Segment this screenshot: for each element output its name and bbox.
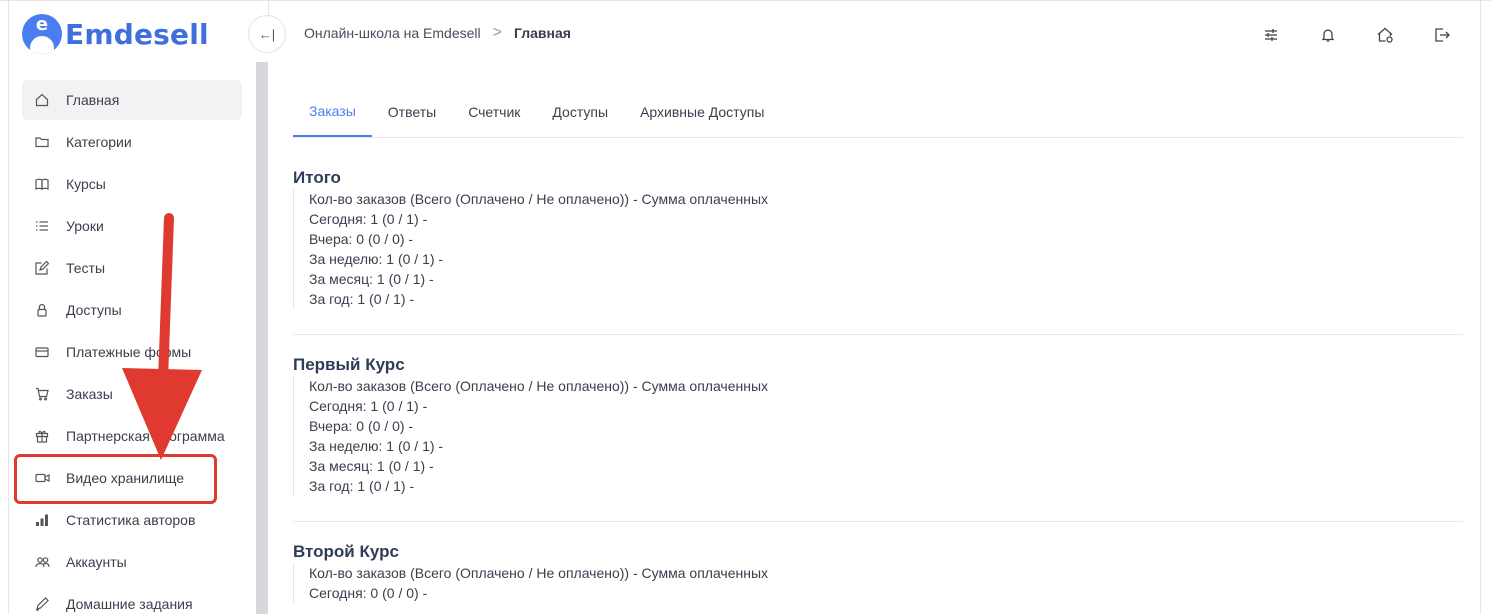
stats-list: Кол-во заказов (Всего (Оплачено / Не опл…: [293, 563, 1463, 603]
annotation-arrow-icon: [122, 213, 202, 460]
bell-icon[interactable]: [1317, 24, 1339, 46]
tab-archived-access[interactable]: Архивные Доступы: [624, 86, 780, 137]
settings-sliders-icon[interactable]: [1260, 24, 1282, 46]
stats-list: Кол-во заказов (Всего (Оплачено / Не опл…: [293, 376, 1463, 496]
breadcrumb: Онлайн-школа на Emdesell > Главная: [304, 24, 571, 42]
stats-today: Сегодня: 1 (0 / 1) -: [309, 211, 428, 227]
stats-today: Сегодня: 0 (0 / 0) -: [309, 585, 428, 601]
home-settings-icon[interactable]: [1374, 24, 1396, 46]
tab-counter[interactable]: Счетчик: [452, 86, 536, 137]
tab-orders[interactable]: Заказы: [293, 86, 372, 137]
stats-section-course-2: Второй Курс Кол-во заказов (Всего (Оплач…: [293, 541, 1463, 603]
stats-year: За год: 1 (0 / 1) -: [309, 291, 415, 307]
breadcrumb-item-school[interactable]: Онлайн-школа на Emdesell: [304, 25, 481, 41]
stats-week: За неделю: 1 (0 / 1) -: [309, 438, 444, 454]
tab-answers[interactable]: Ответы: [372, 86, 452, 137]
logout-icon[interactable]: [1431, 24, 1453, 46]
stats-header: Кол-во заказов (Всего (Оплачено / Не опл…: [309, 378, 769, 394]
tab-bar: Заказы Ответы Счетчик Доступы Архивные Д…: [293, 86, 1463, 138]
breadcrumb-item-current: Главная: [513, 25, 571, 41]
stats-section-total: Итого Кол-во заказов (Всего (Оплачено / …: [293, 167, 1463, 309]
section-divider: [293, 334, 1463, 335]
stats-header: Кол-во заказов (Всего (Оплачено / Не опл…: [309, 191, 769, 207]
stats-yesterday: Вчера: 0 (0 / 0) -: [309, 231, 414, 247]
stats-yesterday: Вчера: 0 (0 / 0) -: [309, 418, 414, 434]
stats-list: Кол-во заказов (Всего (Оплачено / Не опл…: [293, 189, 1463, 309]
tab-access[interactable]: Доступы: [536, 86, 624, 137]
stats-today: Сегодня: 1 (0 / 1) -: [309, 398, 428, 414]
stats-header: Кол-во заказов (Всего (Оплачено / Не опл…: [309, 565, 769, 581]
stats-week: За неделю: 1 (0 / 1) -: [309, 251, 444, 267]
stats-month: За месяц: 1 (0 / 1) -: [309, 271, 434, 287]
window-right-border: [1480, 0, 1481, 614]
stats-year: За год: 1 (0 / 1) -: [309, 478, 415, 494]
section-divider: [293, 521, 1463, 522]
stats-month: За месяц: 1 (0 / 1) -: [309, 458, 434, 474]
section-title: Первый Курс: [293, 355, 405, 374]
breadcrumb-separator-icon: >: [492, 24, 502, 41]
section-title: Итого: [293, 168, 341, 187]
stats-section-course-1: Первый Курс Кол-во заказов (Всего (Оплач…: [293, 354, 1463, 496]
header-actions: [1260, 24, 1453, 46]
section-title: Второй Курс: [293, 542, 399, 561]
